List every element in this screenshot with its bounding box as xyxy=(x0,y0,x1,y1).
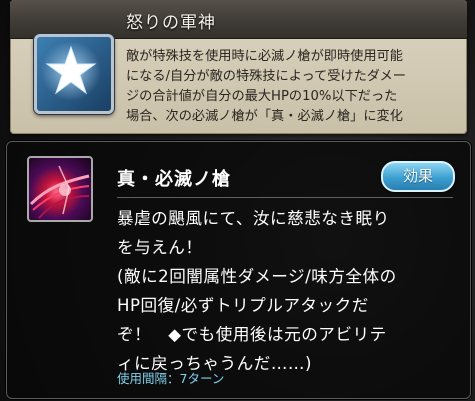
divider xyxy=(117,197,453,198)
passive-desc-line: になる/自分が敵の特殊技によって受けたダメー xyxy=(126,69,406,84)
skill-desc-line: (敵に2回闇属性ダメージ/味方全体の xyxy=(117,267,397,286)
skill-desc-line: ぞ！ ◆でも使用後は元のアビリテ xyxy=(117,325,387,344)
passive-description: 敵が特殊技を使用時に必滅ノ槍が即時使用可能 になる/自分が敵の特殊技によって受け… xyxy=(126,47,462,127)
effect-button[interactable]: 効果 xyxy=(381,161,455,192)
passive-desc-line: ジの合計値が自分の最大HPの10%以下だった xyxy=(126,89,398,104)
passive-desc-line: 敵が特殊技を使用時に必滅ノ槍が即時使用可能 xyxy=(126,49,403,64)
skill-description: 暴虐の颶風にて、汝に慈悲なき眠り を与えん！ (敵に2回闇属性ダメージ/味方全体… xyxy=(117,204,457,378)
skill-detail-panel: 真・必滅ノ槍 効果 暴虐の颶風にて、汝に慈悲なき眠り を与えん！ (敵に2回闇属… xyxy=(6,141,471,399)
passive-desc-line: 場合、次の必滅ノ槍が「真・必滅ノ槍」に変化 xyxy=(126,109,403,124)
skill-desc-line: HP回復/必ずトリプルアタックだ xyxy=(117,296,369,315)
skill-name: 真・必滅ノ槍 xyxy=(117,169,231,190)
passive-title: 怒りの軍神 xyxy=(126,13,216,33)
skill-desc-line: を与えん！ xyxy=(117,238,203,257)
star-icon xyxy=(34,34,114,114)
passive-ability-panel: 怒りの軍神 敵が特殊技を使用時に必滅ノ槍が即時使用可能 になる/自分が敵の特殊技… xyxy=(10,0,467,134)
skill-desc-line: 暴虐の颶風にて、汝に慈悲なき眠り xyxy=(117,209,390,228)
spear-skill-icon xyxy=(27,156,93,222)
cooldown-label: 使用間隔：7ターン xyxy=(117,371,225,386)
